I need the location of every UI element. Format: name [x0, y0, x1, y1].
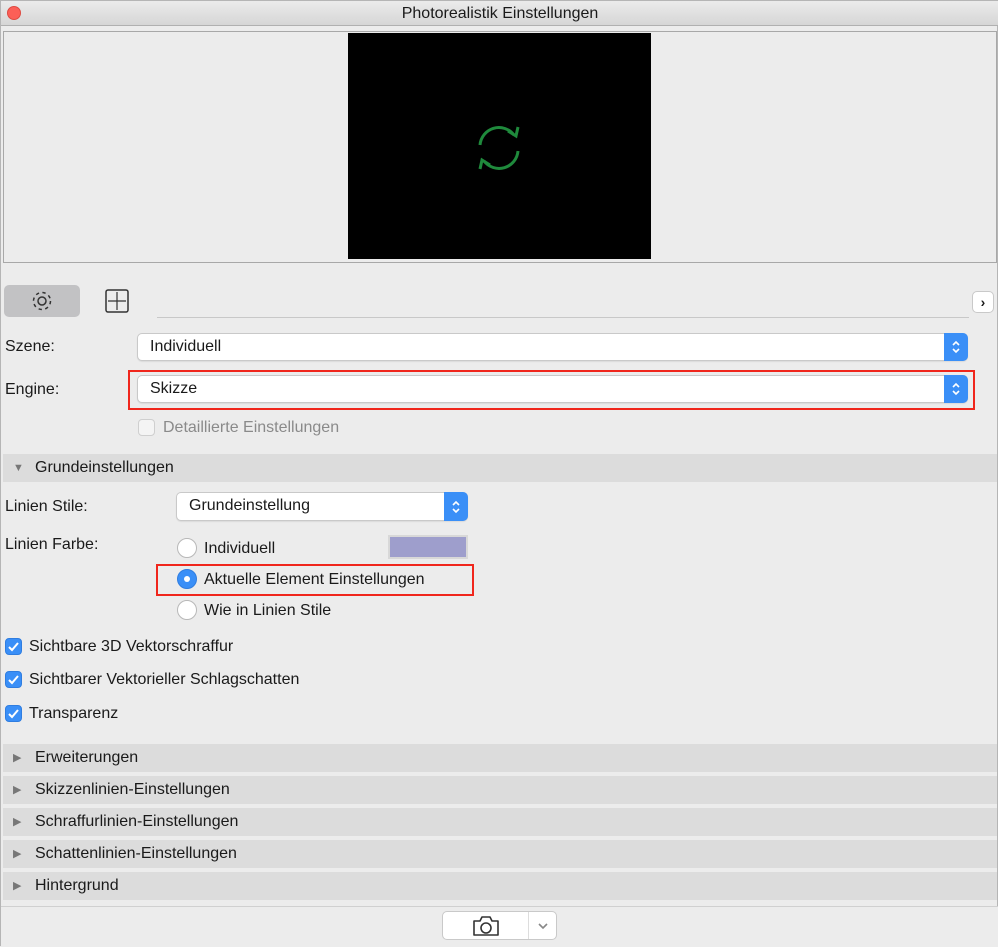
engine-select[interactable]: Skizze — [137, 375, 968, 403]
checkbox-label: Sichtbare 3D Vektorschraffur — [29, 638, 234, 655]
radio-aktuelle[interactable] — [177, 569, 197, 589]
tab-settings[interactable] — [4, 285, 80, 317]
engine-label: Engine: — [5, 381, 60, 398]
section-title: Grundeinstellungen — [35, 459, 174, 476]
triangle-right-icon: ▶ — [13, 816, 22, 828]
linien-stile-value: Grundeinstellung — [189, 497, 310, 514]
window-title: Photorealistik Einstellungen — [401, 5, 599, 22]
close-button[interactable] — [7, 6, 21, 20]
refresh-icon — [478, 126, 520, 170]
linien-stile-label: Linien Stile: — [5, 498, 88, 515]
detail-label: Detaillierte Einstellungen — [163, 419, 340, 436]
section-title: Skizzenlinien-Einstellungen — [35, 781, 230, 798]
size-icon — [105, 289, 129, 313]
section-title: Hintergrund — [35, 877, 119, 894]
section-grundeinstellungen[interactable]: ▼ Grundeinstellungen — [3, 454, 997, 482]
radio-wie-linien-stile[interactable] — [177, 600, 197, 620]
title-bar: Photorealistik Einstellungen — [1, 1, 998, 26]
triangle-right-icon: ▶ — [13, 880, 22, 892]
tab-size[interactable] — [79, 285, 155, 317]
stepper-icon — [944, 375, 968, 403]
triangle-right-icon: ▶ — [13, 784, 22, 796]
section-hintergrund[interactable]: ▶ Hintergrund — [3, 872, 997, 900]
render-options-dropdown[interactable] — [529, 912, 556, 939]
gear-icon — [32, 291, 52, 311]
render-button[interactable] — [443, 912, 529, 939]
section-title: Erweiterungen — [35, 749, 139, 766]
section-schraffurlinien[interactable]: ▶ Schraffurlinien-Einstellungen — [3, 808, 997, 836]
section-skizzenlinien[interactable]: ▶ Skizzenlinien-Einstellungen — [3, 776, 997, 804]
triangle-right-icon: ▶ — [13, 752, 22, 764]
chevron-down-icon — [537, 922, 548, 929]
render-button-group — [442, 911, 557, 940]
szene-value: Individuell — [150, 338, 222, 355]
tab-divider — [157, 317, 969, 318]
triangle-down-icon: ▼ — [13, 462, 24, 474]
checkbox-label: Sichtbarer Vektorieller Schlagschatten — [29, 671, 300, 688]
linien-stile-select[interactable]: Grundeinstellung — [176, 492, 468, 521]
render-preview — [348, 33, 651, 259]
checkbox-transparenz[interactable] — [5, 705, 22, 722]
radio-label: Individuell — [204, 540, 276, 557]
engine-value: Skizze — [150, 380, 198, 397]
stepper-icon — [944, 333, 968, 361]
detail-checkbox[interactable] — [138, 419, 155, 436]
checkbox-vektorschraffur[interactable] — [5, 638, 22, 655]
chevron-right-icon[interactable]: › — [972, 291, 994, 313]
linien-farbe-label: Linien Farbe: — [5, 536, 99, 553]
color-swatch[interactable] — [388, 535, 468, 559]
camera-icon — [472, 915, 499, 936]
section-title: Schraffurlinien-Einstellungen — [35, 813, 239, 830]
checkbox-label: Transparenz — [29, 705, 119, 722]
preview-area — [3, 31, 997, 263]
section-title: Schattenlinien-Einstellungen — [35, 845, 237, 862]
stepper-icon — [444, 492, 468, 521]
section-schattenlinien[interactable]: ▶ Schattenlinien-Einstellungen — [3, 840, 997, 868]
checkbox-schlagschatten[interactable] — [5, 671, 22, 688]
radio-label: Aktuelle Element Einstellungen — [204, 571, 425, 588]
radio-individuell[interactable] — [177, 538, 197, 558]
section-erweiterungen[interactable]: ▶ Erweiterungen — [3, 744, 997, 772]
radio-label: Wie in Linien Stile — [204, 602, 332, 619]
triangle-right-icon: ▶ — [13, 848, 22, 860]
szene-select[interactable]: Individuell — [137, 333, 968, 361]
szene-label: Szene: — [5, 338, 55, 355]
